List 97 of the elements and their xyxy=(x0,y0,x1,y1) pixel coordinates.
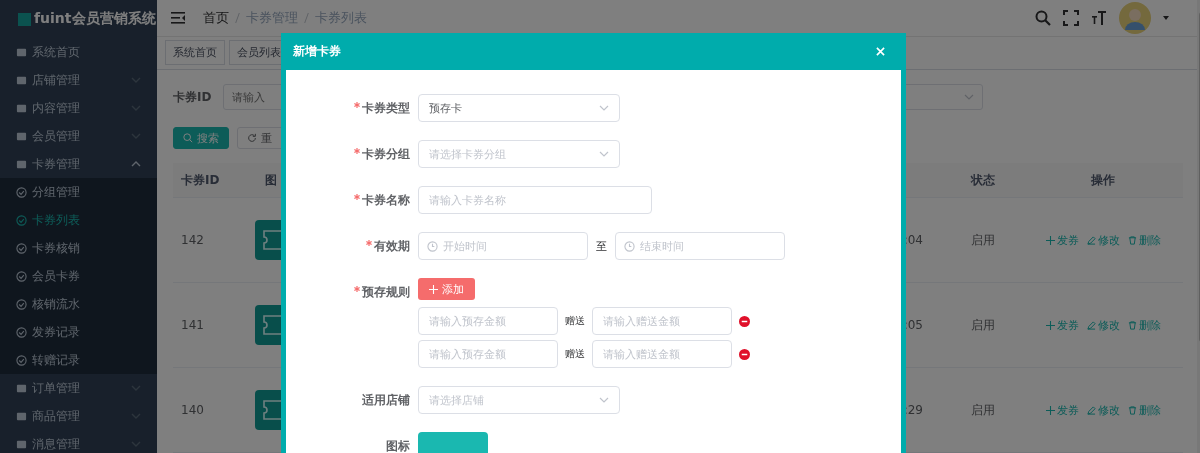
table-cell-text: 启用 xyxy=(970,231,996,249)
menu-item-icon xyxy=(16,46,27,58)
delete-link[interactable]: 删除 xyxy=(1125,232,1163,248)
check-circle-icon xyxy=(16,326,27,338)
table-cell: :05 xyxy=(903,318,923,332)
column-header: 状态 xyxy=(969,171,996,189)
range-separator: 至 xyxy=(596,238,607,254)
select-field[interactable]: 预存卡 xyxy=(418,94,620,122)
sidebar-menu-item[interactable]: 订单管理 xyxy=(0,374,157,402)
trash-icon xyxy=(1127,320,1137,330)
delete-link[interactable]: 删除 xyxy=(1125,317,1163,333)
sidebar-submenu-item[interactable]: 卡券列表 xyxy=(0,206,157,234)
form-label: 预存规则 xyxy=(362,283,410,301)
plus-icon xyxy=(1045,405,1055,415)
check-circle-icon xyxy=(16,214,27,226)
table-cell-text: 启用 xyxy=(970,401,996,419)
fullscreen-icon[interactable] xyxy=(1063,9,1079,26)
menu-item-icon xyxy=(16,382,27,394)
table-cell: :29 xyxy=(903,403,923,417)
caret-down-icon[interactable] xyxy=(1163,15,1169,20)
sidebar-menu-item[interactable]: 内容管理 xyxy=(0,94,157,122)
search-button[interactable]: 搜索 xyxy=(173,127,229,149)
edit-link[interactable]: 修改 xyxy=(1084,317,1122,333)
plus-icon xyxy=(429,284,438,294)
plus-icon xyxy=(1045,320,1055,330)
chevron-down-icon xyxy=(964,94,974,100)
form-label: 卡券名称 xyxy=(362,191,410,209)
sidebar-submenu-item[interactable]: 转赠记录 xyxy=(0,346,157,374)
sidebar-submenu-item[interactable]: 会员卡券 xyxy=(0,262,157,290)
check-circle-icon xyxy=(16,354,27,366)
form-label: 适用店铺 xyxy=(362,391,410,409)
trash-icon xyxy=(1127,235,1137,245)
chevron-down-icon xyxy=(599,105,609,111)
sidebar-submenu-item[interactable]: 核销流水 xyxy=(0,290,157,318)
plus-icon xyxy=(1045,235,1055,245)
delete-link[interactable]: 删除 xyxy=(1125,402,1163,418)
form-label: 卡券类型 xyxy=(362,99,410,117)
chevron-down-icon xyxy=(599,151,609,157)
issue-link[interactable]: 发券 xyxy=(1043,232,1081,248)
sidebar-menu-item[interactable]: 会员管理 xyxy=(0,122,157,150)
issue-link[interactable]: 发券 xyxy=(1043,317,1081,333)
sidebar-menu-item[interactable]: 卡券管理 xyxy=(0,150,157,178)
breadcrumb-item[interactable]: 首页 xyxy=(203,8,229,27)
table-cell: :04 xyxy=(903,233,923,247)
edit-icon xyxy=(1086,235,1096,245)
check-circle-icon xyxy=(16,270,27,282)
gift-label: 赠送 xyxy=(565,314,585,328)
menu-item-icon xyxy=(16,102,27,114)
form-label: 有效期 xyxy=(374,237,410,255)
refresh-icon xyxy=(247,133,257,143)
edit-link[interactable]: 修改 xyxy=(1084,402,1122,418)
column-header: 操作 xyxy=(1090,171,1116,189)
menu-toggle-icon[interactable] xyxy=(171,11,185,24)
menu-item-icon xyxy=(16,158,27,170)
search-icon xyxy=(183,133,193,143)
check-circle-icon xyxy=(16,242,27,254)
issue-link[interactable]: 发券 xyxy=(1043,402,1081,418)
page-tab[interactable]: 系统首页 xyxy=(165,40,225,66)
table-cell-text: 启用 xyxy=(970,316,996,334)
menu-item-icon xyxy=(16,130,27,142)
check-circle-icon xyxy=(16,186,27,198)
dialog-title: 新增卡券 xyxy=(293,43,341,60)
form-label: 图标 xyxy=(386,437,410,453)
sidebar-submenu-item[interactable]: 分组管理 xyxy=(0,178,157,206)
menu-item-icon xyxy=(16,74,27,86)
sidebar-menu-item[interactable]: 商品管理 xyxy=(0,402,157,430)
menu-item-icon xyxy=(16,438,27,450)
column-header: 卡券ID xyxy=(180,171,221,189)
table-cell-text: 140 xyxy=(180,403,205,417)
trash-icon xyxy=(1127,405,1137,415)
edit-icon xyxy=(1086,405,1096,415)
edit-link[interactable]: 修改 xyxy=(1084,232,1122,248)
close-icon[interactable] xyxy=(876,47,885,56)
sidebar-menu-item[interactable]: 系统首页 xyxy=(0,38,157,66)
column-header: 图 xyxy=(264,171,278,189)
clock-icon xyxy=(624,240,635,252)
table-cell-text: 141 xyxy=(180,318,205,332)
sidebar-submenu-item[interactable]: 卡券核销 xyxy=(0,234,157,262)
app-logo-text: fuint会员营销系统 xyxy=(34,10,156,28)
search-label: 卡券ID xyxy=(173,88,212,106)
remove-icon[interactable] xyxy=(739,348,750,360)
logo-icon xyxy=(18,12,31,26)
remove-icon[interactable] xyxy=(739,315,750,327)
edit-icon xyxy=(1086,320,1096,330)
add-button[interactable]: 添加 xyxy=(418,278,475,300)
clock-icon xyxy=(427,240,438,252)
chevron-down-icon xyxy=(599,397,609,403)
sidebar-submenu-item[interactable]: 发券记录 xyxy=(0,318,157,346)
search-icon[interactable] xyxy=(1035,9,1051,26)
gift-label: 赠送 xyxy=(565,347,585,361)
menu-item-icon xyxy=(16,410,27,422)
sidebar-menu-item[interactable]: 店铺管理 xyxy=(0,66,157,94)
font-size-icon[interactable] xyxy=(1091,9,1107,26)
check-circle-icon xyxy=(16,298,27,310)
sidebar-menu-item[interactable]: 消息管理 xyxy=(0,430,157,453)
form-label: 卡券分组 xyxy=(362,145,410,163)
table-cell-text: 142 xyxy=(180,233,205,247)
